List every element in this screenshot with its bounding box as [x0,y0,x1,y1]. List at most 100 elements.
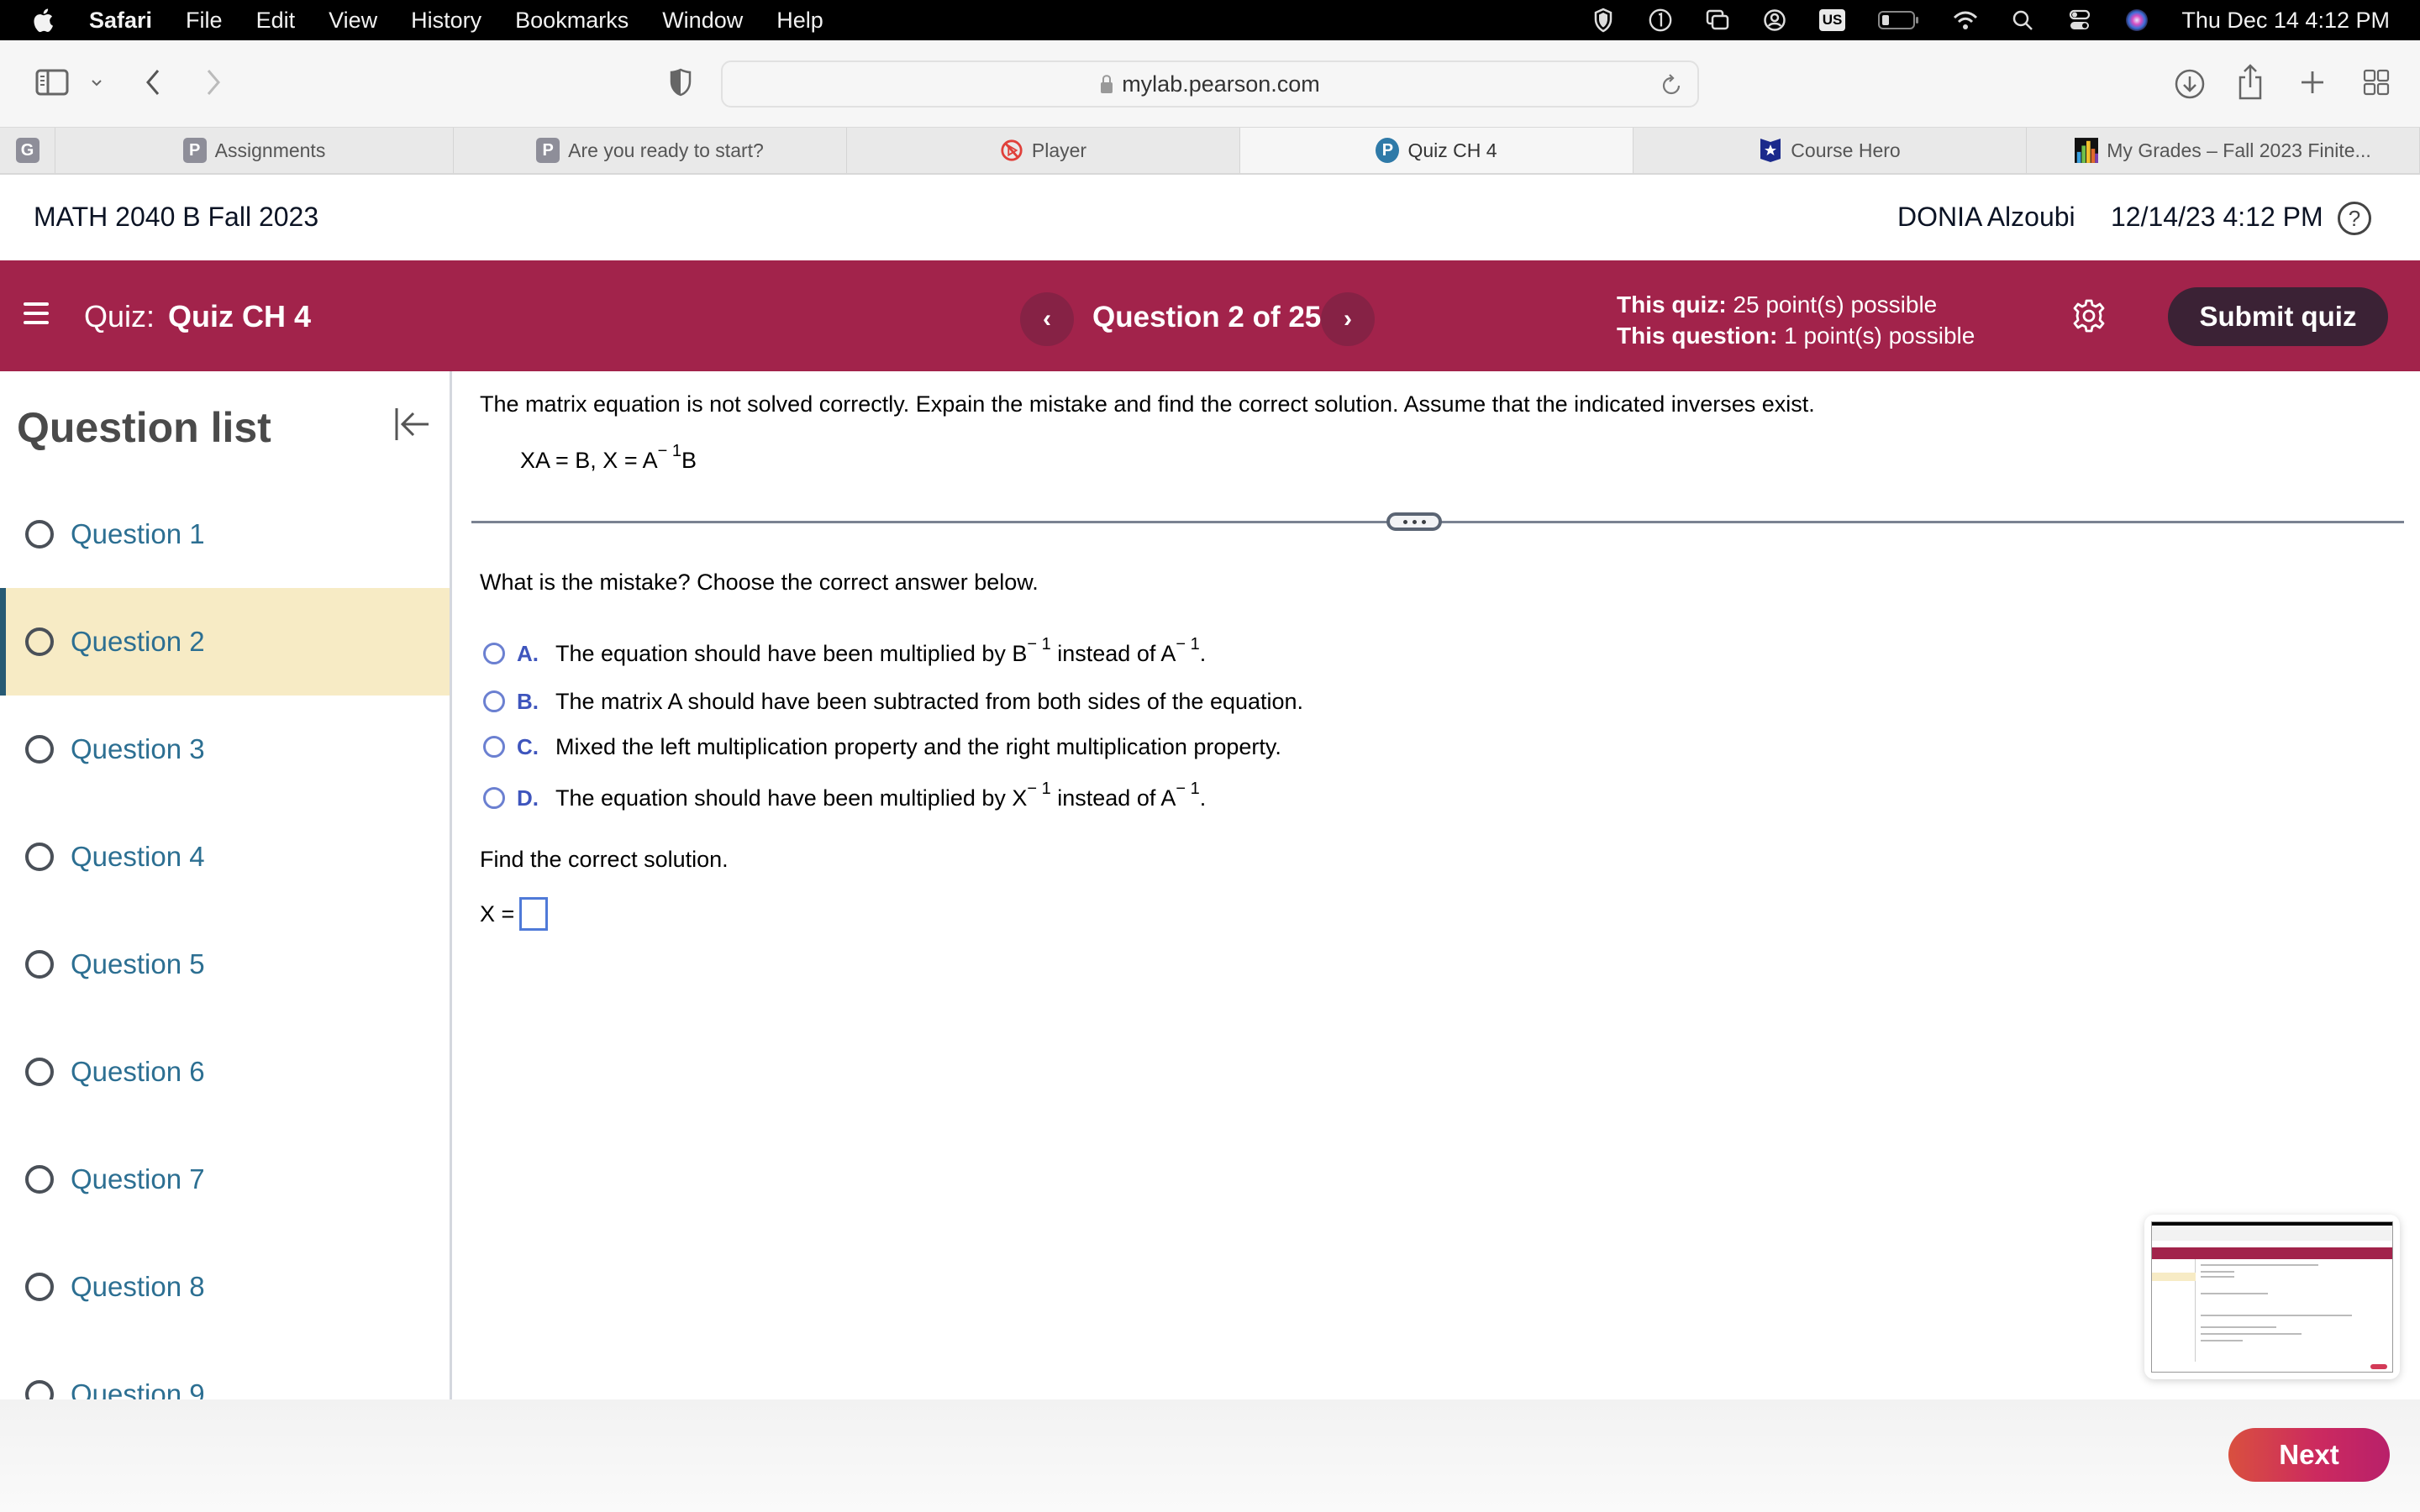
status-circle-icon [25,1380,54,1399]
tab-my-grades[interactable]: My Grades – Fall 2023 Finite... [2027,128,2420,173]
next-button[interactable]: Next [2228,1428,2390,1482]
user-circle-icon[interactable] [1762,8,1787,33]
this-quiz-points: 25 point(s) possible [1733,291,1938,318]
tab-label: Assignments [214,139,326,161]
chevron-down-icon[interactable] [84,71,109,96]
question-list-item-7[interactable]: Question 7 [0,1126,450,1233]
tab-assignments[interactable]: P Assignments [55,128,454,173]
question-list-item-2[interactable]: Question 2 [0,588,450,696]
input-source-badge[interactable]: US [1818,9,1846,31]
question-list-item-9[interactable]: Question 9 [0,1341,450,1399]
answer-option-c[interactable]: C. Mixed the left multiplication propert… [483,732,1281,760]
status-circle-icon [25,950,54,979]
menu-window[interactable]: Window [662,8,743,34]
question-label: Question 8 [71,1271,205,1302]
address-bar[interactable]: mylab.pearson.com [721,60,1699,108]
menu-bar-clock[interactable]: Thu Dec 14 4:12 PM [2181,8,2390,34]
this-question-points: 1 point(s) possible [1784,323,1975,349]
answer-input[interactable] [519,897,549,931]
radio-button[interactable] [483,736,505,758]
screenshot-thumbnail[interactable] [2144,1215,2400,1379]
tab-label: My Grades – Fall 2023 Finite... [2107,139,2371,161]
tab-are-you-ready[interactable]: P Are you ready to start? [454,128,847,173]
question-list-item-4[interactable]: Question 4 [0,803,450,911]
sidebar-toggle-icon[interactable] [34,66,71,99]
tab-player[interactable]: Player [847,128,1240,173]
tab-label: Are you ready to start? [568,139,764,161]
bottom-bar [0,1399,2420,1512]
menu-view[interactable]: View [329,8,377,34]
spotlight-search-icon[interactable] [2010,8,2035,33]
privacy-shield-icon[interactable] [667,66,694,99]
question-list-item-5[interactable]: Question 5 [0,911,450,1018]
control-center-icon[interactable] [2067,8,2092,33]
quiz-toolbar: Quiz: Quiz CH 4 ‹ Question 2 of 25 › Thi… [0,260,2420,371]
status-circle-icon [25,520,54,549]
downloads-icon[interactable] [2171,66,2208,102]
question-list-item-6[interactable]: Question 6 [0,1018,450,1126]
question-list-item-3[interactable]: Question 3 [0,696,450,803]
answer-option-b[interactable]: B. The matrix A should have been subtrac… [483,687,1303,715]
pearson-favicon-icon: P [182,138,207,163]
one-password-icon[interactable] [1648,8,1673,33]
forward-button[interactable] [197,64,230,101]
next-question-button[interactable]: › [1321,292,1375,346]
pearson-favicon-icon: P [1376,138,1400,163]
answer-option-a[interactable]: A. The equation should have been multipl… [483,635,1206,667]
tab-quiz-ch4[interactable]: P Quiz CH 4 [1240,128,1634,173]
question-prompt: The matrix equation is not solved correc… [480,391,1815,417]
status-circle-icon [25,1165,54,1194]
tab-pinned-g[interactable]: G [0,128,55,173]
battery-icon[interactable] [1877,8,1921,33]
share-icon[interactable] [2233,62,2267,102]
option-letter: A. [517,641,539,666]
question-list-item-8[interactable]: Question 8 [0,1233,450,1341]
tab-label: Player [1031,139,1087,161]
submit-quiz-button[interactable]: Submit quiz [2168,287,2388,346]
reload-icon[interactable] [1660,72,1684,97]
divider-drag-handle[interactable] [1386,512,1442,531]
help-icon[interactable]: ? [2338,202,2371,235]
tab-label: Quiz CH 4 [1407,139,1497,161]
radio-button[interactable] [483,643,505,664]
lock-icon [1101,75,1113,93]
radio-button[interactable] [483,690,505,712]
bar-chart-favicon-icon [2075,138,2099,163]
new-tab-icon[interactable] [2296,66,2329,99]
menu-safari[interactable]: Safari [89,8,152,34]
apple-logo-icon[interactable] [32,7,54,34]
answer-option-d[interactable]: D. The equation should have been multipl… [483,780,1207,811]
option-text: Mixed the left multiplication property a… [555,734,1281,759]
question-equation: XA = B, X = A− 1B [520,442,697,474]
option-letter: B. [517,689,539,714]
url-text: mylab.pearson.com [1122,71,1320,97]
screens-icon[interactable] [1705,8,1730,33]
sidebar-title: Question list [17,404,271,451]
question-label: Question 7 [71,1163,205,1194]
menu-file[interactable]: File [186,8,223,34]
menu-bookmarks[interactable]: Bookmarks [515,8,629,34]
tab-overview-icon[interactable] [2360,66,2393,99]
question-label: Question 6 [71,1056,205,1087]
status-circle-icon [25,1058,54,1086]
siri-icon[interactable] [2124,8,2149,33]
menu-edit[interactable]: Edit [256,8,296,34]
hamburger-menu-icon[interactable] [24,302,49,326]
shield-icon[interactable] [1591,8,1616,33]
equation-part: B [681,448,697,473]
previous-question-button[interactable]: ‹ [1020,292,1074,346]
quiz-label: Quiz: [84,299,155,333]
collapse-sidebar-icon[interactable] [393,405,432,444]
option-text: The equation should have been multiplied… [555,780,1207,811]
menu-history[interactable]: History [411,8,481,34]
question-list-item-1[interactable]: Question 1 [0,480,450,588]
wifi-icon[interactable] [1953,8,1978,33]
back-button[interactable] [136,64,170,101]
course-hero-favicon-icon [1759,138,1782,163]
part2-prompt: Find the correct solution. [480,847,729,872]
settings-gear-icon[interactable] [2070,297,2107,334]
radio-button[interactable] [483,787,505,809]
tab-course-hero[interactable]: Course Hero [1634,128,2027,173]
browser-toolbar: mylab.pearson.com [0,40,2420,128]
menu-help[interactable]: Help [776,8,823,34]
